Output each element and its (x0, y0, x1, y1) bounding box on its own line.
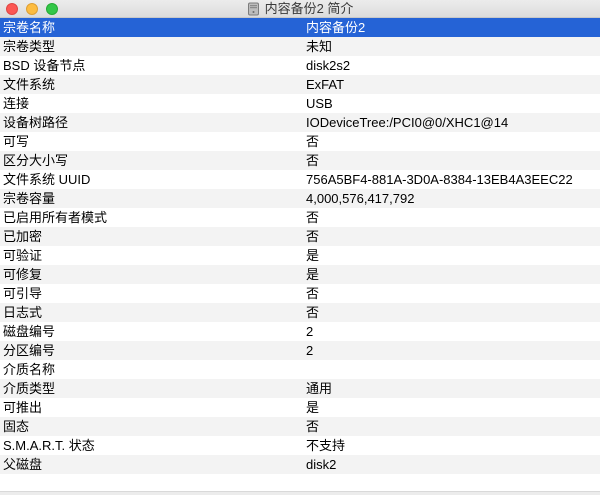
property-value: 2 (306, 343, 314, 358)
property-value: USB (306, 96, 333, 111)
property-value: 内容备份2 (306, 20, 366, 35)
table-row[interactable]: 可验证 是 (0, 246, 600, 265)
property-name: 已启用所有者模式 (3, 210, 108, 225)
property-value: 不支持 (306, 438, 346, 453)
property-name: 日志式 (3, 305, 43, 320)
property-value: 否 (306, 153, 320, 168)
property-name: 区分大小写 (3, 153, 69, 168)
external-drive-icon (247, 2, 260, 16)
table-row[interactable]: BSD 设备节点 disk2s2 (0, 56, 600, 75)
table-row[interactable]: 已加密 否 (0, 227, 600, 246)
property-value: 2 (306, 324, 314, 339)
title-bar[interactable]: 内容备份2 简介 (0, 0, 600, 18)
property-value: disk2 (306, 457, 337, 472)
property-name: 连接 (3, 96, 30, 111)
property-name: 可修复 (3, 267, 43, 282)
title-group: 内容备份2 简介 (0, 0, 600, 18)
property-value: 未知 (306, 39, 333, 54)
table-row[interactable]: 宗卷类型 未知 (0, 37, 600, 56)
zoom-button[interactable] (46, 3, 58, 15)
property-name: 固态 (3, 419, 30, 434)
property-name: S.M.A.R.T. 状态 (3, 438, 95, 453)
table-row[interactable]: 固态 否 (0, 417, 600, 436)
property-value: 否 (306, 305, 320, 320)
property-value: ExFAT (306, 77, 345, 92)
window-bottom-edge (0, 491, 600, 495)
property-value: 否 (306, 419, 320, 434)
property-name: 宗卷类型 (3, 39, 56, 54)
minimize-button[interactable] (26, 3, 38, 15)
table-row[interactable]: 日志式 否 (0, 303, 600, 322)
property-value: 756A5BF4-881A-3D0A-8384-13EB4A3EEC22 (306, 172, 573, 187)
table-row[interactable]: 文件系统 UUID 756A5BF4-881A-3D0A-8384-13EB4A3… (0, 170, 600, 189)
table-row[interactable]: 文件系统 ExFAT (0, 75, 600, 94)
property-value: 否 (306, 210, 320, 225)
property-name: 可写 (3, 134, 30, 149)
property-value: 否 (306, 134, 320, 149)
close-button[interactable] (6, 3, 18, 15)
table-row-selected[interactable]: 宗卷名称 内容备份2 (0, 18, 600, 37)
table-row[interactable]: 磁盘编号 2 (0, 322, 600, 341)
property-name: 文件系统 UUID (3, 172, 91, 187)
table-row[interactable]: S.M.A.R.T. 状态 不支持 (0, 436, 600, 455)
property-name: 可引导 (3, 286, 43, 301)
table-row[interactable]: 父磁盘 disk2 (0, 455, 600, 474)
table-row[interactable]: 可修复 是 (0, 265, 600, 284)
property-value: 4,000,576,417,792 (306, 191, 415, 206)
property-name: 宗卷容量 (3, 191, 56, 206)
table-row[interactable]: 介质名称 (0, 360, 600, 379)
table-row[interactable]: 宗卷容量 4,000,576,417,792 (0, 189, 600, 208)
property-value: disk2s2 (306, 58, 351, 73)
property-name: 文件系统 (3, 77, 56, 92)
property-value: 是 (306, 248, 320, 263)
table-row[interactable]: 可写 否 (0, 132, 600, 151)
property-value: 是 (306, 400, 320, 415)
table-row[interactable]: 连接 USB (0, 94, 600, 113)
properties-table: 宗卷名称 内容备份2 宗卷类型 未知 BSD 设备节点 disk2s2 文件系统 ExFA… (0, 18, 600, 474)
property-name: 分区编号 (3, 343, 56, 358)
table-row[interactable]: 区分大小写 否 (0, 151, 600, 170)
table-row[interactable]: 可推出 是 (0, 398, 600, 417)
property-name: 磁盘编号 (3, 324, 56, 339)
property-value (306, 360, 600, 379)
window-title: 内容备份2 简介 (264, 1, 354, 16)
property-name: 设备树路径 (3, 115, 69, 130)
table-row[interactable]: 可引导 否 (0, 284, 600, 303)
property-value: 是 (306, 267, 320, 282)
property-value: 否 (306, 229, 320, 244)
property-name: 已加密 (3, 229, 43, 244)
property-name: 介质类型 (3, 381, 56, 396)
property-name: 可推出 (3, 400, 43, 415)
table-row[interactable]: 介质类型 通用 (0, 379, 600, 398)
property-name: 可验证 (3, 248, 43, 263)
property-name: BSD 设备节点 (3, 58, 86, 73)
property-name: 宗卷名称 (3, 20, 56, 35)
property-value: 通用 (306, 381, 333, 396)
table-row[interactable]: 已启用所有者模式 否 (0, 208, 600, 227)
table-row[interactable]: 设备树路径 IODeviceTree:/PCI0@0/XHC1@14 (0, 113, 600, 132)
property-name: 父磁盘 (3, 457, 43, 472)
info-window: 内容备份2 简介 宗卷名称 内容备份2 宗卷类型 未知 BSD 设备节点 disk2s… (0, 0, 600, 495)
table-row[interactable]: 分区编号 2 (0, 341, 600, 360)
property-value: IODeviceTree:/PCI0@0/XHC1@14 (306, 115, 509, 130)
property-name: 介质名称 (3, 362, 56, 377)
property-value: 否 (306, 286, 320, 301)
